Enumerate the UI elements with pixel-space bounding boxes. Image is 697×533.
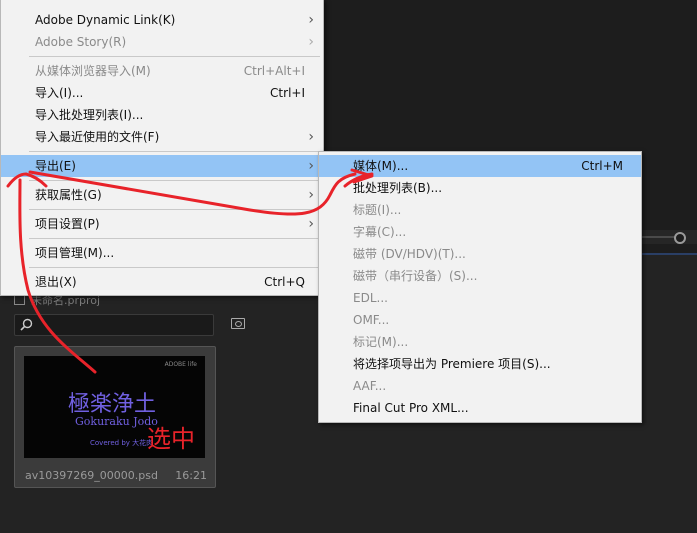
thumbnail-corner-text: ADOBE life <box>164 361 197 368</box>
menu-item-label: 磁带 (DV/HDV)(T)... <box>353 247 466 261</box>
menu-item-project-settings[interactable]: 项目设置(P) › <box>1 213 323 235</box>
submenu-item-media[interactable]: 媒体(M)... Ctrl+M <box>319 155 641 177</box>
thumbnail-title: 極楽浄土 <box>68 392 157 417</box>
media-filename: av10397269_00000.psd <box>25 469 158 482</box>
menu-item-label: AAF... <box>353 379 387 393</box>
menu-item-label: 从媒体浏览器导入(M) <box>35 64 151 78</box>
submenu-item-aaf[interactable]: AAF... <box>319 375 641 397</box>
submenu-item-omf[interactable]: OMF... <box>319 309 641 331</box>
menu-item-exit[interactable]: 退出(X) Ctrl+Q <box>1 271 323 293</box>
zoom-handle[interactable] <box>674 232 686 244</box>
menu-item-label: 导入批处理列表(I)... <box>35 108 144 122</box>
submenu-arrow-icon: › <box>308 158 314 174</box>
submenu-item-edl[interactable]: EDL... <box>319 287 641 309</box>
menu-item-label: 标记(M)... <box>353 335 409 349</box>
menu-item-adobe-story[interactable]: Adobe Story(R) › <box>1 31 323 53</box>
menu-item-label: 退出(X) <box>35 275 77 289</box>
menu-item-project-manager[interactable]: 项目管理(M)... <box>1 242 323 264</box>
menu-item-shortcut: Ctrl+Alt+I <box>243 64 305 78</box>
menu-item-shortcut: Ctrl+Q <box>264 275 305 289</box>
menu-item-import[interactable]: 导入(I)... Ctrl+I <box>1 82 323 104</box>
menu-item-shortcut: Ctrl+I <box>270 86 305 100</box>
menu-separator <box>29 267 320 268</box>
media-duration: 16:21 <box>175 469 207 482</box>
submenu-item-premiere-project[interactable]: 将选择项导出为 Premiere 项目(S)... <box>319 353 641 375</box>
file-menu: Adobe Dynamic Link(K) › Adobe Story(R) ›… <box>0 0 324 296</box>
menu-item-dynamic-link[interactable]: Adobe Dynamic Link(K) › <box>1 9 323 31</box>
export-submenu: 媒体(M)... Ctrl+M 批处理列表(B)... 标题(I)... 字幕(… <box>318 151 642 423</box>
submenu-item-captions[interactable]: 字幕(C)... <box>319 221 641 243</box>
menu-item-label: 批处理列表(B)... <box>353 181 443 195</box>
menu-item-import-batch-list[interactable]: 导入批处理列表(I)... <box>1 104 323 126</box>
menu-item-import-recent[interactable]: 导入最近使用的文件(F) › <box>1 126 323 148</box>
submenu-item-final-cut-xml[interactable]: Final Cut Pro XML... <box>319 397 641 419</box>
menu-separator <box>29 180 320 181</box>
submenu-item-batch-list[interactable]: 批处理列表(B)... <box>319 177 641 199</box>
menu-item-label: Adobe Dynamic Link(K) <box>35 13 176 27</box>
new-search-bin-icon[interactable] <box>231 318 245 329</box>
menu-item-label: 字幕(C)... <box>353 225 407 239</box>
menu-item-label: 获取属性(G) <box>35 188 102 202</box>
menu-separator <box>29 209 320 210</box>
search-icon <box>20 318 33 331</box>
submenu-arrow-icon: › <box>308 34 314 50</box>
search-input[interactable] <box>14 314 214 336</box>
menu-separator <box>29 238 320 239</box>
media-item[interactable]: ADOBE life 極楽浄土 Gokuraku Jodo Covered by… <box>14 346 216 488</box>
menu-item-import-media-browser[interactable]: 从媒体浏览器导入(M) Ctrl+Alt+I <box>1 60 323 82</box>
thumbnail-cover-text: Covered by 大花肉 <box>90 439 154 447</box>
submenu-item-title[interactable]: 标题(I)... <box>319 199 641 221</box>
submenu-item-markers[interactable]: 标记(M)... <box>319 331 641 353</box>
menu-item-label: 标题(I)... <box>353 203 402 217</box>
menu-separator <box>29 56 320 57</box>
menu-item-get-properties[interactable]: 获取属性(G) › <box>1 184 323 206</box>
submenu-arrow-icon: › <box>308 216 314 232</box>
submenu-item-tape-serial[interactable]: 磁带（串行设备）(S)... <box>319 265 641 287</box>
submenu-item-tape-dv[interactable]: 磁带 (DV/HDV)(T)... <box>319 243 641 265</box>
annotation-label: 选中 <box>147 425 195 453</box>
menu-item-label: Final Cut Pro XML... <box>353 401 469 415</box>
menu-item-label: EDL... <box>353 291 388 305</box>
menu-item-label: 项目设置(P) <box>35 217 100 231</box>
zoom-track[interactable] <box>640 236 676 238</box>
menu-separator <box>29 151 320 152</box>
menu-item-label: 导入最近使用的文件(F) <box>35 130 160 144</box>
menu-item-label: Adobe Story(R) <box>35 35 127 49</box>
submenu-arrow-icon: › <box>308 187 314 203</box>
menu-item-label: 将选择项导出为 Premiere 项目(S)... <box>353 357 551 371</box>
menu-item-label: 导出(E) <box>35 159 76 173</box>
menu-item-label: 项目管理(M)... <box>35 246 115 260</box>
menu-item-label: OMF... <box>353 313 390 327</box>
menu-item-label: 磁带（串行设备）(S)... <box>353 269 478 283</box>
menu-item-label: 媒体(M)... <box>353 159 409 173</box>
submenu-arrow-icon: › <box>308 12 314 28</box>
menu-item-export[interactable]: 导出(E) › <box>1 155 323 177</box>
thumbnail-romaji: Gokuraku Jodo <box>75 415 158 428</box>
menu-item-label: 导入(I)... <box>35 86 84 100</box>
menu-item-shortcut: Ctrl+M <box>581 159 623 173</box>
submenu-arrow-icon: › <box>308 129 314 145</box>
